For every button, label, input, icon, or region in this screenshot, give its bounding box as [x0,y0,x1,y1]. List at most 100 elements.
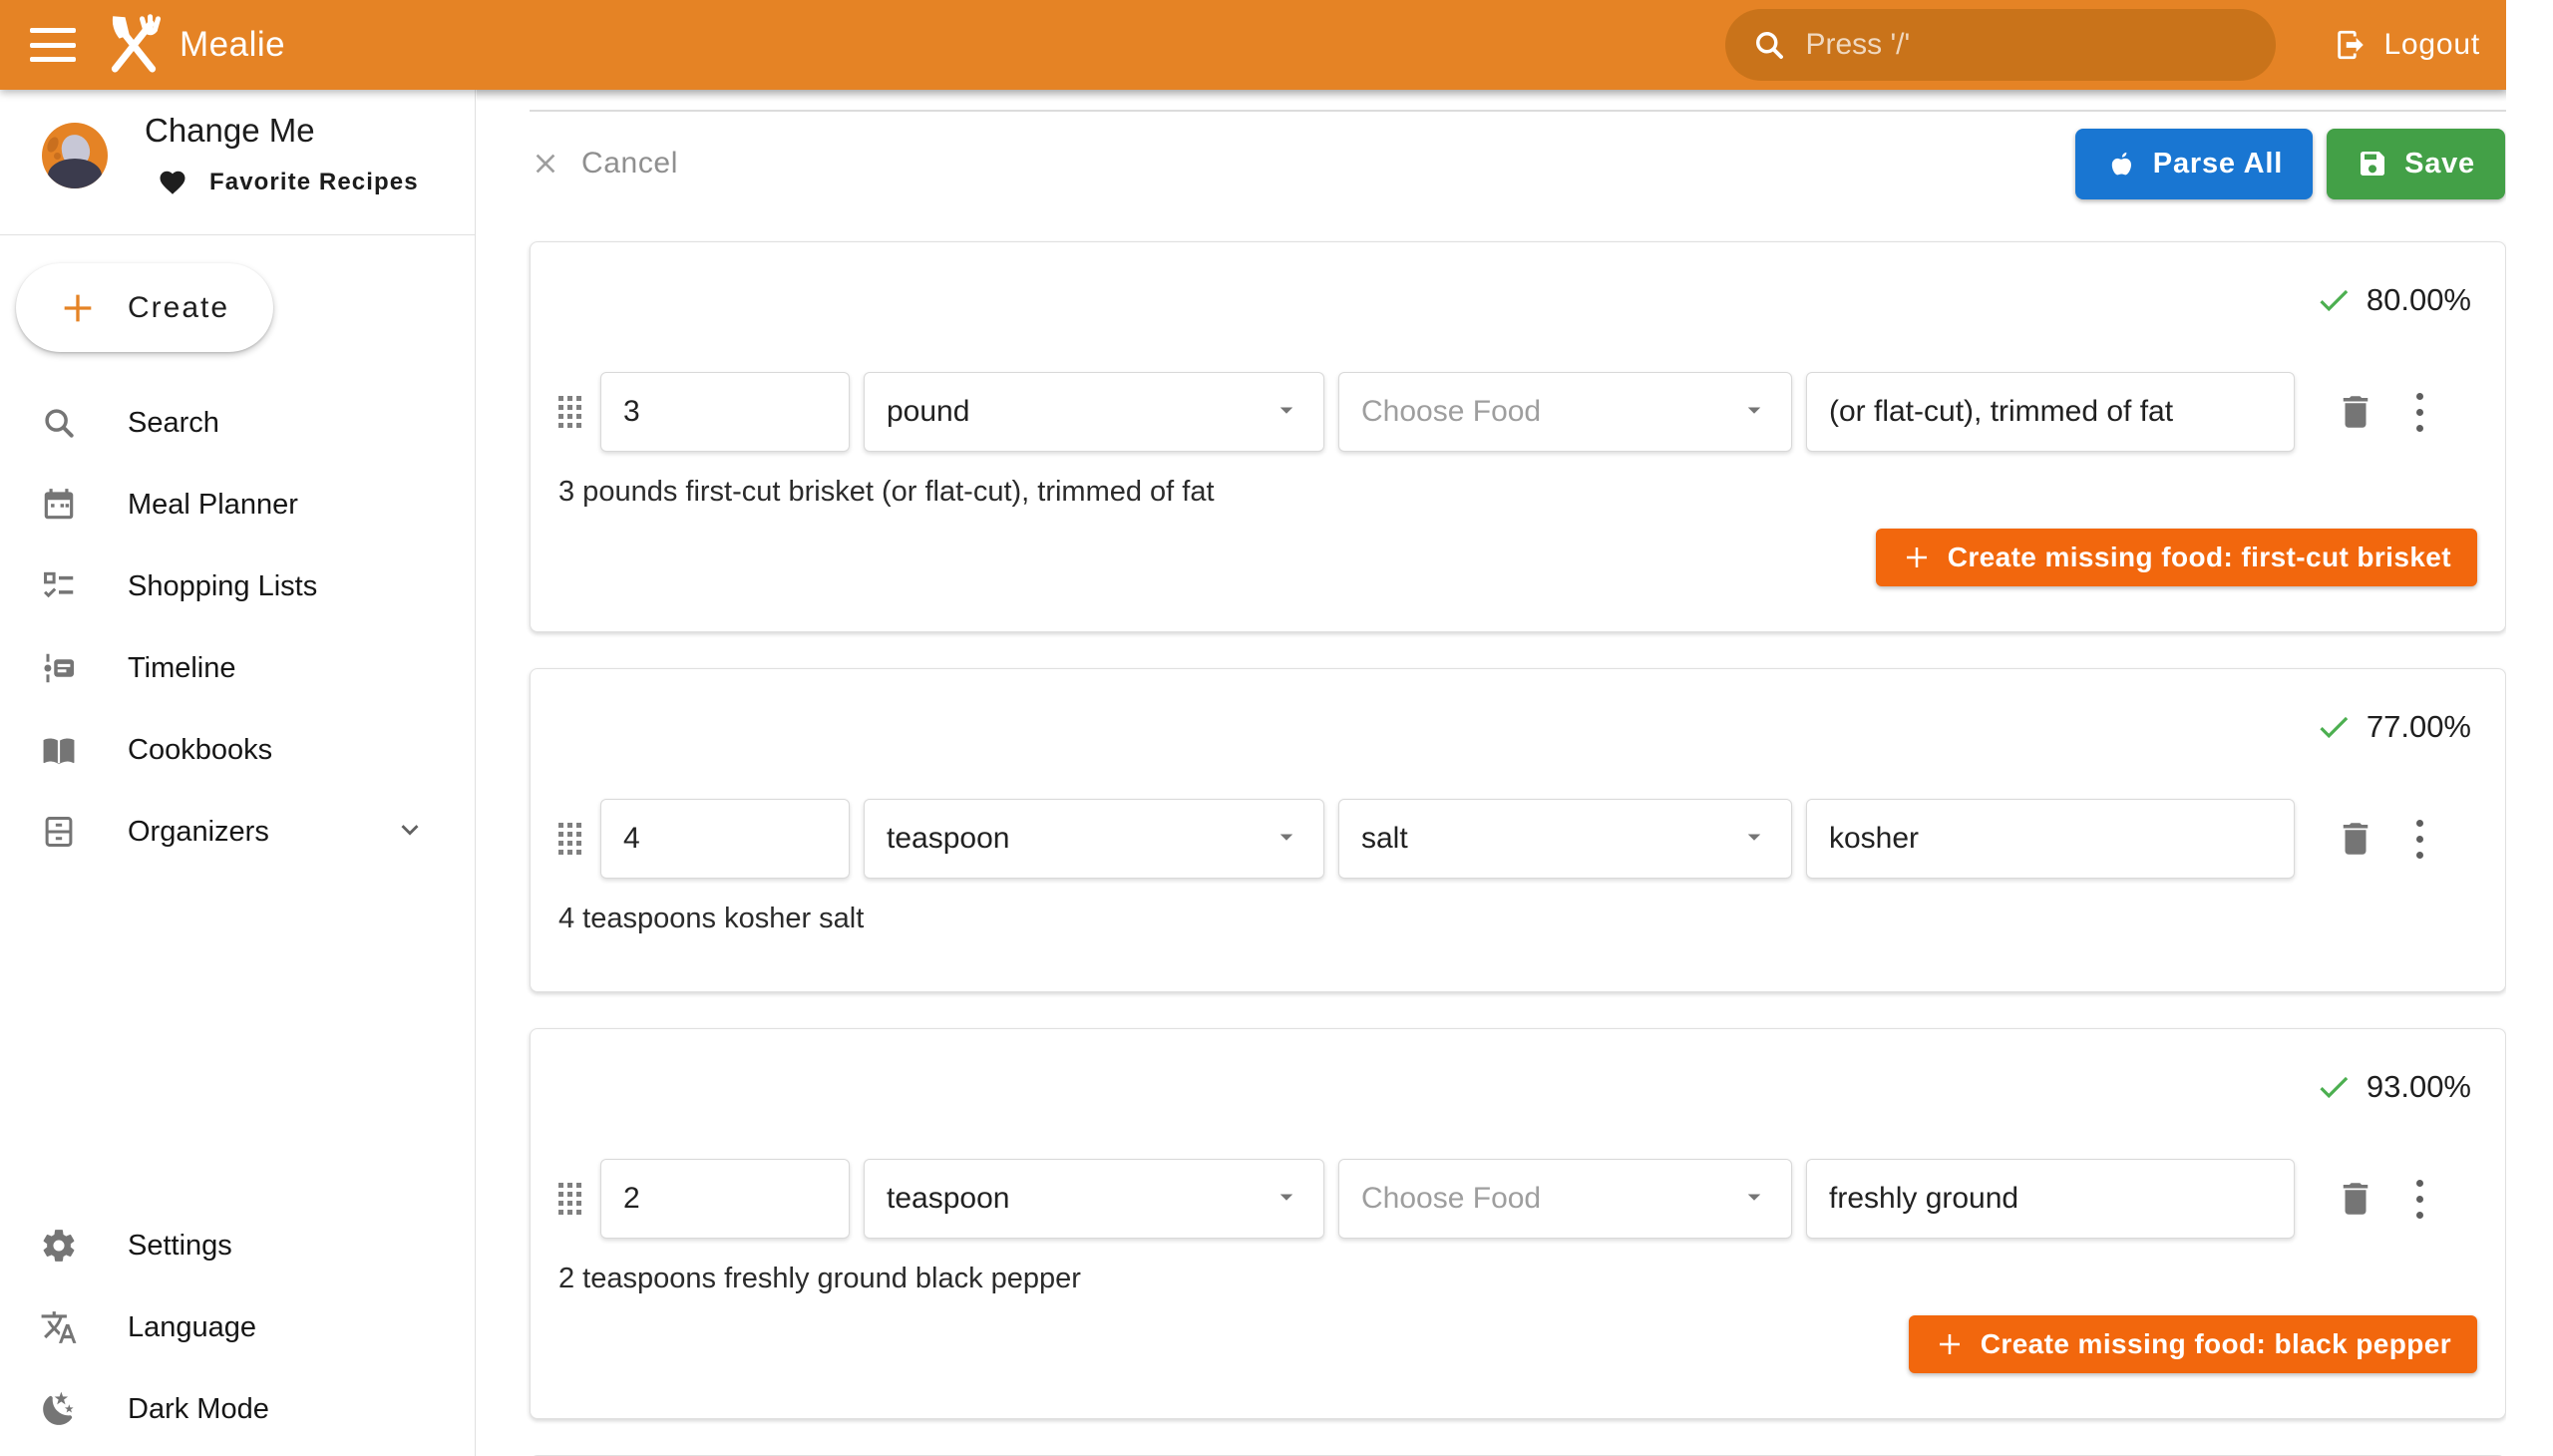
quantity-field[interactable] [600,372,850,452]
dropdown-caret-icon [1739,395,1769,430]
quantity-field[interactable] [600,1159,850,1239]
confidence-value: 77.00% [2367,709,2471,745]
sidebar-footer: Settings Language Dark Mode [0,1205,475,1450]
unit-select[interactable]: teaspoon [864,799,1324,879]
timeline-icon [40,649,78,687]
note-field[interactable] [1806,1159,2295,1239]
cancel-label: Cancel [581,147,678,181]
ingredient-editor-row: pound Choose Food [558,372,2477,452]
confidence-row: 77.00% [558,705,2477,749]
divider [0,234,475,235]
note-field[interactable] [1806,799,2295,879]
sidebar-item-language[interactable]: Language [0,1286,475,1368]
checklist-icon [40,567,78,605]
quantity-input[interactable] [623,1182,827,1216]
favorites-label: Favorite Recipes [209,169,419,196]
delete-button[interactable] [2335,816,2376,862]
main-content: Cancel Parse All Save [477,90,2506,1456]
delete-button[interactable] [2335,1176,2376,1222]
mealie-logo-icon [102,13,166,77]
search-icon [40,404,78,442]
create-missing-food-button[interactable]: Create missing food: black pepper [1909,1315,2477,1373]
food-select[interactable]: Choose Food [1338,372,1792,452]
plus-icon [1935,1329,1965,1359]
drag-handle-icon[interactable] [558,396,582,428]
save-button[interactable]: Save [2327,129,2505,199]
original-ingredient-text: 3 pounds first-cut brisket (or flat-cut)… [558,476,2477,509]
original-ingredient-text: 4 teaspoons kosher salt [558,903,2477,935]
kebab-menu-icon[interactable] [2410,387,2429,438]
translate-icon [40,1308,78,1346]
plus-icon [1902,543,1932,572]
global-search[interactable] [1725,9,2276,81]
unit-select[interactable]: pound [864,372,1324,452]
heart-icon [158,168,187,197]
trash-icon [2335,816,2376,862]
food-select[interactable]: Choose Food [1338,1159,1792,1239]
delete-button[interactable] [2335,389,2376,435]
ingredient-card: 77.00% teaspoon salt [530,668,2506,992]
ingredient-card: 93.00% teaspoon Choose Food [530,1028,2506,1419]
note-input[interactable] [1829,395,2272,429]
quantity-input[interactable] [623,822,827,856]
unit-select[interactable]: teaspoon [864,1159,1324,1239]
drag-handle-icon[interactable] [558,1183,582,1215]
food-select[interactable]: salt [1338,799,1792,879]
note-field[interactable] [1806,372,2295,452]
cabinet-icon [40,813,78,851]
dropdown-caret-icon [1739,822,1769,857]
sidebar-item-search[interactable]: Search [0,382,475,464]
avatar[interactable] [42,123,108,188]
user-section: Change Me Favorite Recipes [0,90,475,234]
note-input[interactable] [1829,1182,2272,1216]
confidence-row: 93.00% [558,1065,2477,1109]
parser-toolbar: Cancel Parse All Save [530,128,2505,199]
sidebar-item-cookbooks[interactable]: Cookbooks [0,709,475,791]
dropdown-caret-icon [1272,395,1301,430]
cancel-button[interactable]: Cancel [530,139,688,188]
app-title: Mealie [180,25,285,65]
menu-icon[interactable] [30,28,76,62]
book-open-icon [40,731,78,769]
quantity-input[interactable] [623,395,827,429]
create-label: Create [128,291,229,325]
drag-handle-icon[interactable] [558,823,582,855]
dropdown-caret-icon [1739,1182,1769,1217]
favorite-recipes-link[interactable]: Favorite Recipes [158,168,419,197]
ingredient-editor-row: teaspoon salt [558,799,2477,879]
check-icon [2315,281,2353,319]
ingredient-list: 80.00% pound Choose Food [530,241,2505,1456]
sidebar-item-meal-planner[interactable]: Meal Planner [0,464,475,546]
sidebar-item-organizers[interactable]: Organizers [0,791,475,873]
gear-icon [40,1227,78,1265]
moon-stars-icon [40,1390,78,1428]
confidence-value: 80.00% [2367,282,2471,318]
sidebar-item-settings[interactable]: Settings [0,1205,475,1286]
sidebar-item-timeline[interactable]: Timeline [0,627,475,709]
dropdown-caret-icon [1272,1182,1301,1217]
save-icon [2357,148,2388,180]
scrollbar[interactable] [2506,0,2553,1456]
apple-icon [2105,148,2137,180]
create-button[interactable]: Create [16,263,273,352]
ingredient-editor-row: teaspoon Choose Food [558,1159,2477,1239]
logout-icon [2334,28,2368,62]
kebab-menu-icon[interactable] [2410,814,2429,865]
parse-all-button[interactable]: Parse All [2075,129,2313,199]
dropdown-caret-icon [1272,822,1301,857]
create-missing-food-button[interactable]: Create missing food: first-cut brisket [1876,529,2477,586]
kebab-menu-icon[interactable] [2410,1174,2429,1225]
confidence-row: 80.00% [558,278,2477,322]
logout-button[interactable]: Logout [2320,10,2494,80]
search-input[interactable] [1805,28,2250,62]
sidebar-item-dark-mode[interactable]: Dark Mode [0,1368,475,1450]
confidence-value: 93.00% [2367,1069,2471,1105]
check-icon [2315,708,2353,746]
logout-label: Logout [2383,28,2480,62]
app-bar: Mealie Logout [0,0,2506,90]
note-input[interactable] [1829,822,2272,856]
sidebar-item-shopping-lists[interactable]: Shopping Lists [0,546,475,627]
sidebar: Change Me Favorite Recipes Create Sear [0,90,476,1456]
check-icon [2315,1068,2353,1106]
quantity-field[interactable] [600,799,850,879]
